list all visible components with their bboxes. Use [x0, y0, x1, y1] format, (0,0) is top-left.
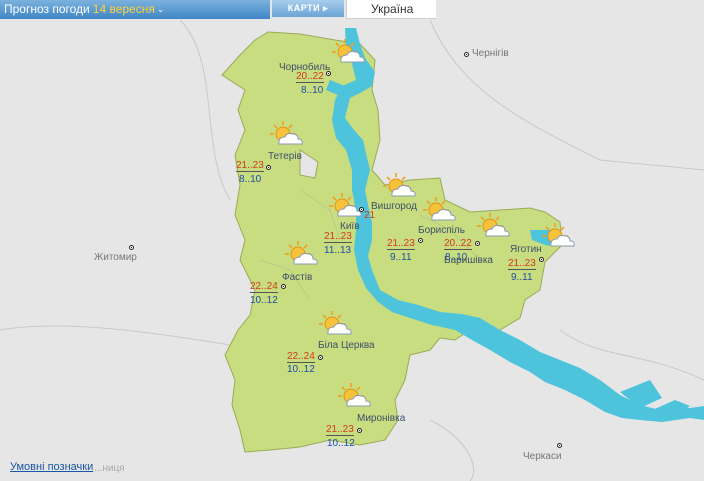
- city-label[interactable]: Фастів: [282, 272, 312, 283]
- day-temp: 22..24: [250, 281, 278, 293]
- night-temp: 9..11: [390, 252, 412, 263]
- partly-cloudy-icon: [331, 38, 365, 63]
- night-temp: 11..13: [324, 245, 352, 256]
- city-chernihiv[interactable]: Чернігів: [472, 48, 509, 59]
- day-temp: 20..22: [296, 71, 324, 83]
- forecast-title: Прогноз погоди: [4, 2, 90, 17]
- partly-cloudy-icon: [422, 196, 456, 221]
- city-marker: [475, 241, 480, 246]
- legend-link[interactable]: Умовні позначки: [10, 461, 93, 473]
- maps-button[interactable]: КАРТИ ▸: [272, 0, 344, 17]
- city-label[interactable]: Біла Церква: [318, 340, 375, 351]
- zhytomyr-marker: [129, 245, 134, 250]
- partly-cloudy-icon: [382, 172, 416, 197]
- city-label[interactable]: Миронівка: [357, 413, 405, 424]
- city-cherkasy[interactable]: Черкаси: [523, 451, 562, 462]
- day-temp: 21..23: [508, 258, 536, 270]
- night-temp: 8..10: [239, 174, 262, 185]
- city-label[interactable]: Тетерів: [268, 151, 302, 162]
- partly-cloudy-icon: [269, 120, 303, 145]
- partly-cloudy-icon: [328, 192, 362, 217]
- city-label[interactable]: Яготин: [510, 244, 542, 255]
- city-label[interactable]: Вишгород: [371, 201, 417, 212]
- forecast-date: 14 вересня: [92, 2, 155, 17]
- partly-cloudy-icon: [318, 310, 352, 335]
- top-bar: Прогноз погоди 14 вересня ⌄ КАРТИ ▸ Україн…: [0, 0, 704, 19]
- city-zhytomyr[interactable]: Житомир: [94, 252, 137, 263]
- day-temp: 21..23: [324, 231, 352, 243]
- partly-cloudy-icon: [284, 240, 318, 265]
- partly-cloudy-icon: [476, 212, 510, 237]
- day-temp: 21..23: [236, 160, 264, 172]
- city-marker: [318, 355, 323, 360]
- maps-button-label: КАРТИ: [287, 3, 321, 13]
- faded-city-label: ...ниця: [94, 463, 125, 474]
- chevron-right-icon: ▸: [323, 3, 329, 13]
- city-marker: [281, 284, 286, 289]
- night-temp: 10..12: [327, 438, 355, 449]
- night-temp: 9..11: [511, 272, 533, 283]
- city-marker: [539, 257, 544, 262]
- night-temp: 10..12: [250, 295, 278, 306]
- city-marker: [266, 165, 271, 170]
- city-marker: [326, 71, 331, 76]
- day-temp: 21..23: [387, 238, 415, 250]
- chernihiv-marker: [464, 52, 469, 57]
- night-temp: 10..12: [287, 364, 315, 375]
- partly-cloudy-icon: [337, 382, 371, 407]
- day-temp: 20..22: [444, 238, 472, 250]
- chevron-down-icon: ⌄: [156, 4, 165, 15]
- city-marker: [418, 238, 423, 243]
- region-selector[interactable]: Україна: [346, 0, 436, 19]
- city-label[interactable]: Баришівка: [444, 255, 493, 266]
- partly-cloudy-icon: [541, 222, 575, 247]
- day-temp: 22..24: [287, 351, 315, 363]
- kyiv-extra: 21: [364, 210, 376, 221]
- forecast-title-dropdown[interactable]: Прогноз погоди 14 вересня ⌄: [0, 0, 270, 19]
- city-label[interactable]: Бориспіль: [418, 225, 465, 236]
- night-temp: 8..10: [301, 85, 324, 96]
- region-label: Україна: [371, 2, 414, 16]
- day-temp: 21..23: [326, 424, 354, 436]
- city-marker: [357, 428, 362, 433]
- cherkasy-marker: [557, 443, 562, 448]
